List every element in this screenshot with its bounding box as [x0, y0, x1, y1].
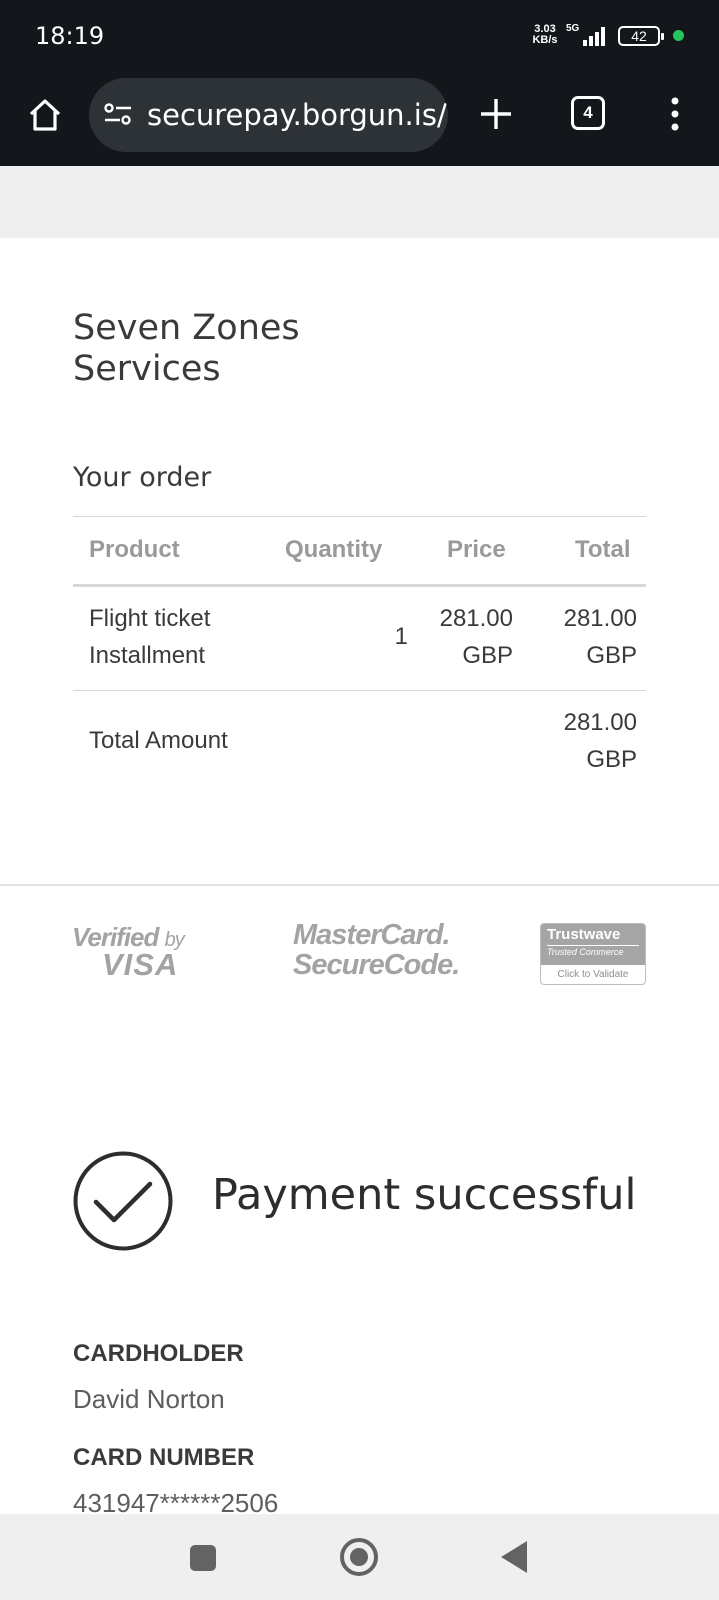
network-speed: 3.03 KB/s [532, 23, 558, 46]
status-bar: 18:19 3.03 KB/s 5G 42 [0, 0, 719, 74]
item-quantity: 1 [394, 623, 408, 650]
home-nav-button[interactable] [340, 1538, 378, 1576]
page-header-strip [0, 166, 719, 238]
header-quantity: Quantity [285, 536, 383, 563]
home-button[interactable] [24, 94, 66, 136]
more-menu-icon[interactable] [665, 96, 685, 132]
battery-icon: 42 [618, 26, 664, 46]
checkmark-circle-icon [73, 1151, 173, 1251]
verified-by-visa-logo: Verified by VISA [72, 922, 185, 982]
site-settings-icon[interactable] [103, 103, 133, 127]
system-nav-bar [0, 1514, 719, 1600]
status-time: 18:19 [35, 22, 105, 50]
item-product: Flight ticket Installment [89, 605, 211, 669]
table-divider [73, 584, 646, 587]
cardholder-label: CARDHOLDER [73, 1340, 244, 1367]
security-logos: Verified by VISA MasterCard. SecureCode.… [0, 910, 719, 1000]
payment-status: Payment successful [212, 1170, 637, 1220]
url-text: securepay.borgun.is/s [147, 98, 448, 132]
section-divider [0, 884, 719, 886]
header-price: Price [447, 536, 506, 563]
network-type: 5G [566, 23, 580, 34]
cardholder-value: David Norton [73, 1384, 225, 1414]
privacy-indicator-dot [673, 30, 684, 41]
home-icon [29, 99, 61, 131]
card-number-label: CARD NUMBER [73, 1444, 255, 1471]
header-total: Total [575, 536, 631, 563]
order-title: Your order [73, 462, 212, 493]
tab-switcher-button[interactable]: 4 [571, 96, 605, 130]
header-product: Product [89, 536, 180, 563]
item-price: 281.00 GBP [439, 605, 513, 669]
table-divider [73, 690, 646, 691]
item-total: 281.00 GBP [563, 605, 637, 669]
merchant-name: Seven Zones Services [73, 308, 300, 389]
trustwave-seal[interactable]: Trustwave Trusted Commerce Click to Vali… [540, 923, 646, 985]
new-tab-plus-icon[interactable] [478, 96, 514, 132]
signal-icon [583, 27, 605, 46]
back-button[interactable] [501, 1541, 527, 1573]
mastercard-securecode-logo: MasterCard. SecureCode. [293, 919, 460, 981]
recents-button[interactable] [190, 1545, 216, 1571]
address-bar[interactable]: securepay.borgun.is/s [89, 78, 448, 152]
browser-toolbar: securepay.borgun.is/s 4 [0, 74, 719, 166]
total-label: Total Amount [89, 727, 228, 754]
table-divider [73, 516, 646, 517]
total-amount: 281.00 GBP [563, 709, 637, 773]
